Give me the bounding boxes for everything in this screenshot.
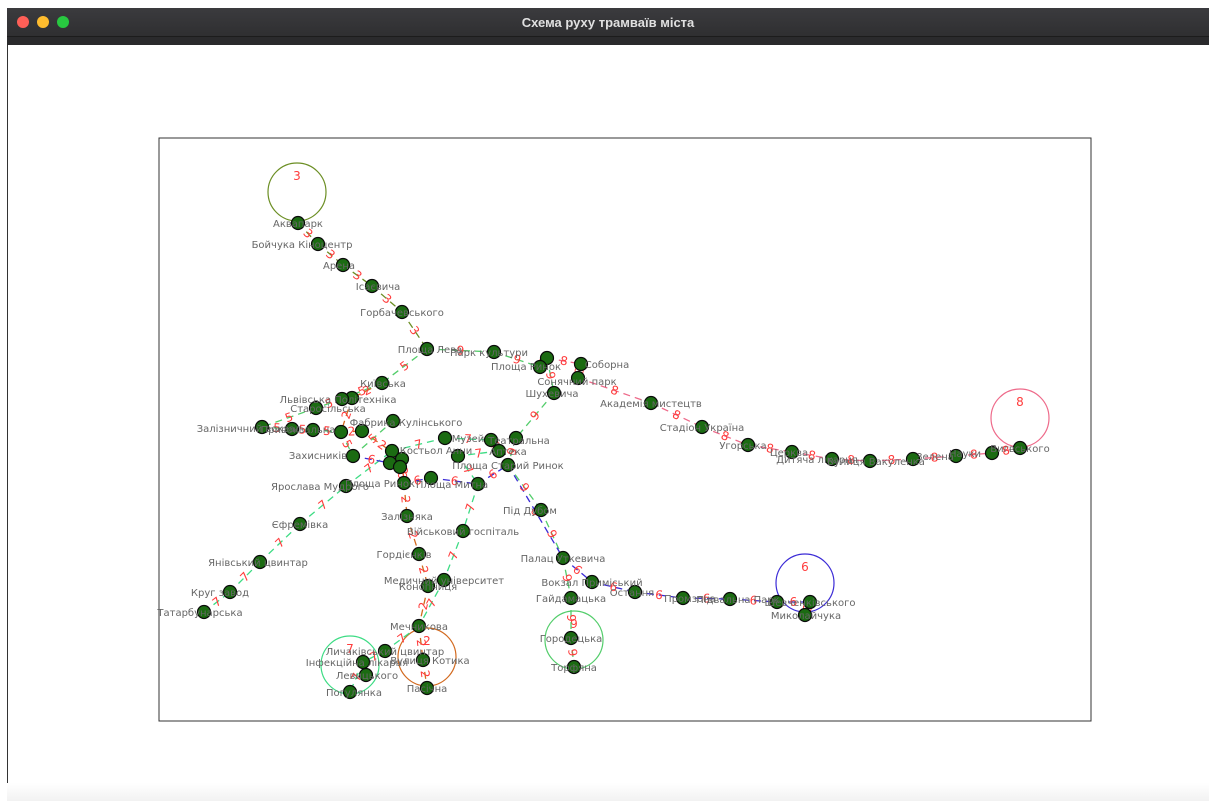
- station-label: Татарбунарська: [156, 608, 242, 619]
- station-label: Військовий госпіталь: [407, 526, 519, 538]
- route-6-loop-label: 6: [801, 560, 809, 574]
- station-label: Миколайчука: [771, 611, 841, 622]
- station-label: Ісаєвича: [356, 282, 401, 293]
- station-label: Площа Старий Ринок: [452, 461, 563, 472]
- station-node[interactable]: Театр: [392, 459, 408, 475]
- station-label: Інфекційна лікарня: [306, 657, 408, 669]
- station-label: Арена: [323, 261, 355, 272]
- route-9-segment-label: 9: [565, 648, 580, 657]
- station-label: Залізняка: [381, 511, 433, 523]
- station-label: Сонячний парк: [537, 377, 616, 388]
- station-label: Парк культури: [450, 348, 528, 359]
- tram-network-diagram: 398762 333339999999999988888888888877777…: [156, 137, 1092, 722]
- station-label: Площа Ринок: [491, 362, 561, 373]
- station-label: Торфяна: [550, 663, 597, 674]
- station-label: Погулянка: [326, 688, 382, 699]
- station-label: Горбачевського: [360, 308, 444, 319]
- station-label: Аквапарк: [273, 219, 323, 230]
- station-label: Театральна: [487, 436, 550, 447]
- station-label: Костьол Анни: [400, 446, 473, 457]
- station-label: Городецька: [540, 634, 603, 645]
- station-label: Угорська: [719, 441, 766, 452]
- station-label: Музей: [452, 434, 485, 445]
- station-label: Янівський цвинтар: [208, 557, 308, 569]
- station-label: Остання: [610, 588, 654, 599]
- station-label: Шевченківського: [765, 597, 856, 609]
- station-label: Площа Митна: [416, 480, 488, 491]
- station-label: Мечникова: [390, 622, 448, 633]
- station-label: Єфремівка: [272, 519, 328, 531]
- station-label: Академія мистецтв: [600, 398, 702, 410]
- station-label: Київська: [360, 379, 406, 390]
- station-label: Гайдамацька: [536, 594, 606, 605]
- station-label: Шухевича: [525, 389, 578, 400]
- route-9-segment-label: 9: [564, 614, 578, 622]
- station-label: Захисників: [289, 450, 347, 462]
- station-label: Соборна: [585, 360, 629, 371]
- station-label: Привокзальна: [261, 425, 336, 436]
- station-label: Вулиця Вакуленка: [827, 457, 925, 468]
- station-label: Стадіон Україна: [660, 422, 745, 434]
- station-label: Палац Уткевича: [521, 554, 606, 565]
- route-3-loop-label: 3: [293, 169, 301, 183]
- station-label: Аптека: [489, 447, 527, 458]
- station-label: Пасічна: [407, 683, 448, 695]
- route-2-segment-label: 2: [398, 495, 413, 504]
- station-label: Конопниця: [399, 582, 457, 593]
- station-label: Левицького: [336, 671, 398, 682]
- station-label: Науки: [949, 449, 981, 460]
- station-label: Бойчука Кіноцентр: [252, 239, 353, 251]
- station-label: Фабрика Кулінського: [350, 417, 463, 429]
- station-label: Круг завод: [191, 588, 249, 599]
- station-label: Гордієнків: [377, 549, 432, 561]
- station-node[interactable]: Захисників: [345, 448, 361, 464]
- route-8-loop-label: 8: [1016, 395, 1024, 409]
- station-node[interactable]: Музей: [437, 430, 453, 446]
- station-label: Вигвського: [990, 444, 1049, 455]
- station-label: Старосільська: [290, 403, 366, 415]
- station-label: Площа Ринок: [345, 479, 415, 490]
- station-label: Під Дубом: [503, 505, 557, 517]
- station-node[interactable]: Костьол: [333, 424, 349, 440]
